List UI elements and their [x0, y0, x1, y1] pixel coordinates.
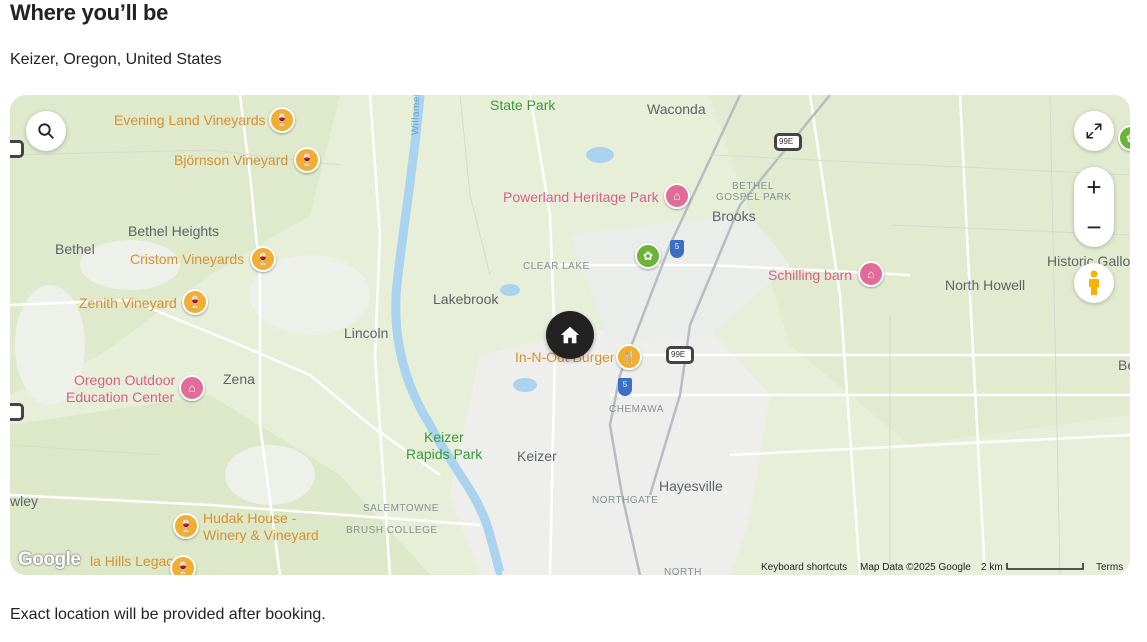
place-label: BETHEL: [732, 181, 774, 192]
map-data-text: Map Data ©2025 Google: [860, 562, 971, 573]
wine-icon[interactable]: 🍷: [170, 555, 196, 575]
place-label: BRUSH COLLEGE: [346, 525, 438, 536]
highway-shield: 99E: [666, 346, 694, 364]
place-label: Rapids Park: [406, 446, 483, 462]
place-label: NORTHGATE: [592, 495, 659, 506]
place-label: North Howell: [945, 277, 1026, 293]
place-label: Lakebrook: [433, 291, 499, 307]
museum-icon[interactable]: ⌂: [179, 375, 205, 401]
google-logo[interactable]: Google: [18, 549, 81, 571]
exact-location-note: Exact location will be provided after bo…: [10, 606, 326, 623]
search-button[interactable]: [26, 111, 66, 151]
section-title: Where you’ll be: [10, 0, 169, 25]
place-label[interactable]: Cristom Vineyards: [130, 251, 244, 267]
wine-icon[interactable]: 🍷: [269, 107, 295, 133]
place-label: Lincoln: [344, 325, 389, 341]
place-label: Waconda: [647, 101, 706, 117]
place-label: NORTH: [664, 567, 702, 575]
location-text: Keizer, Oregon, United States: [10, 51, 222, 68]
keyboard-shortcuts-link[interactable]: Keyboard shortcuts: [761, 562, 847, 573]
place-label: CHEMAWA: [609, 404, 664, 415]
place-label[interactable]: Schilling barn: [768, 267, 852, 283]
place-label: Keizer: [517, 448, 557, 464]
place-label[interactable]: Oregon Outdoor: [74, 372, 175, 388]
wine-icon[interactable]: 🍷: [294, 147, 320, 173]
home-marker[interactable]: [546, 311, 594, 359]
place-label[interactable]: Hudak House -: [203, 510, 296, 526]
home-icon: [560, 326, 580, 344]
place-label: Be: [1118, 357, 1130, 373]
museum-icon[interactable]: ⌂: [664, 183, 690, 209]
food-icon[interactable]: 🍴: [616, 344, 642, 370]
expand-icon: [1086, 123, 1102, 139]
place-label: Hayesville: [659, 478, 723, 494]
place-label: wley: [10, 493, 39, 509]
interstate-shield: 5: [670, 240, 684, 258]
park-icon[interactable]: ✿: [635, 243, 661, 269]
wine-icon[interactable]: 🍷: [173, 513, 199, 539]
highway-shield: 99E: [774, 133, 802, 151]
place-label[interactable]: Winery & Vineyard: [203, 527, 319, 543]
wine-icon[interactable]: 🍷: [250, 246, 276, 272]
street-view-icon: [1089, 270, 1099, 295]
zoom-out-button[interactable]: −: [1074, 207, 1114, 247]
place-label[interactable]: Powerland Heritage Park: [503, 189, 659, 205]
fullscreen-button[interactable]: [1074, 111, 1114, 151]
place-label: Bethel Heights: [128, 223, 220, 239]
zoom-in-button[interactable]: +: [1074, 167, 1114, 207]
place-label[interactable]: Education Center: [66, 389, 174, 405]
place-label: Zena: [223, 371, 255, 387]
place-label[interactable]: Björnson Vineyard: [174, 152, 288, 168]
place-label: SALEMTOWNE: [363, 503, 439, 514]
scale-bar: [1006, 563, 1084, 570]
street-view-button[interactable]: [1074, 263, 1114, 303]
place-label[interactable]: Zenith Vineyard: [79, 295, 177, 311]
search-icon: [38, 123, 54, 139]
place-label: CLEAR LAKE: [523, 261, 590, 272]
zoom-control: + −: [1074, 167, 1114, 247]
place-label[interactable]: Evening Land Vineyards: [114, 112, 266, 128]
place-label: GOSPEL PARK: [716, 192, 792, 203]
place-label: Bethel: [55, 241, 95, 257]
place-label[interactable]: la Hills Legacy: [90, 553, 180, 569]
map[interactable]: State Park Waconda Evening Land Vineyard…: [10, 95, 1130, 575]
interstate-shield: 5: [618, 378, 632, 396]
highway-shield: [10, 403, 24, 421]
museum-icon[interactable]: ⌂: [858, 261, 884, 287]
place-label: Keizer: [424, 429, 464, 445]
terms-link[interactable]: Terms: [1096, 562, 1123, 573]
scale-label[interactable]: 2 km: [981, 562, 1003, 573]
highway-shield: [10, 140, 24, 158]
place-label: State Park: [490, 97, 556, 113]
place-label: Brooks: [712, 208, 756, 224]
wine-icon[interactable]: 🍷: [182, 289, 208, 315]
